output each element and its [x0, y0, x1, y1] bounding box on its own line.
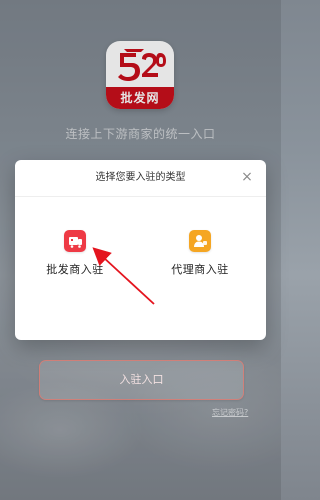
agent-option[interactable]: 代理商入驻 — [140, 230, 260, 306]
wholesaler-option[interactable]: 批发商入驻 — [15, 230, 135, 306]
entry-type-modal: 选择您要入驻的类型 × 批发商入驻 代理商入驻 — [15, 160, 266, 340]
logo-mark-icon — [118, 49, 166, 81]
modal-title: 选择您要入驻的类型 — [95, 172, 186, 183]
join-entry-button[interactable]: 入驻入口 — [39, 360, 244, 400]
tagline: 连接上下游商家的统一入口 — [65, 127, 216, 141]
forgot-password-link[interactable]: 忘记密码? — [212, 407, 272, 418]
agent-label: 代理商入驻 — [171, 263, 229, 276]
agent-icon — [189, 230, 211, 252]
wholesaler-label: 批发商入驻 — [46, 263, 104, 276]
close-icon[interactable]: × — [240, 170, 254, 184]
app-logo: 批发网 — [106, 41, 174, 109]
wholesaler-icon — [64, 230, 86, 252]
modal-header: 选择您要入驻的类型 × — [15, 160, 266, 197]
logo-text: 批发网 — [106, 87, 174, 109]
